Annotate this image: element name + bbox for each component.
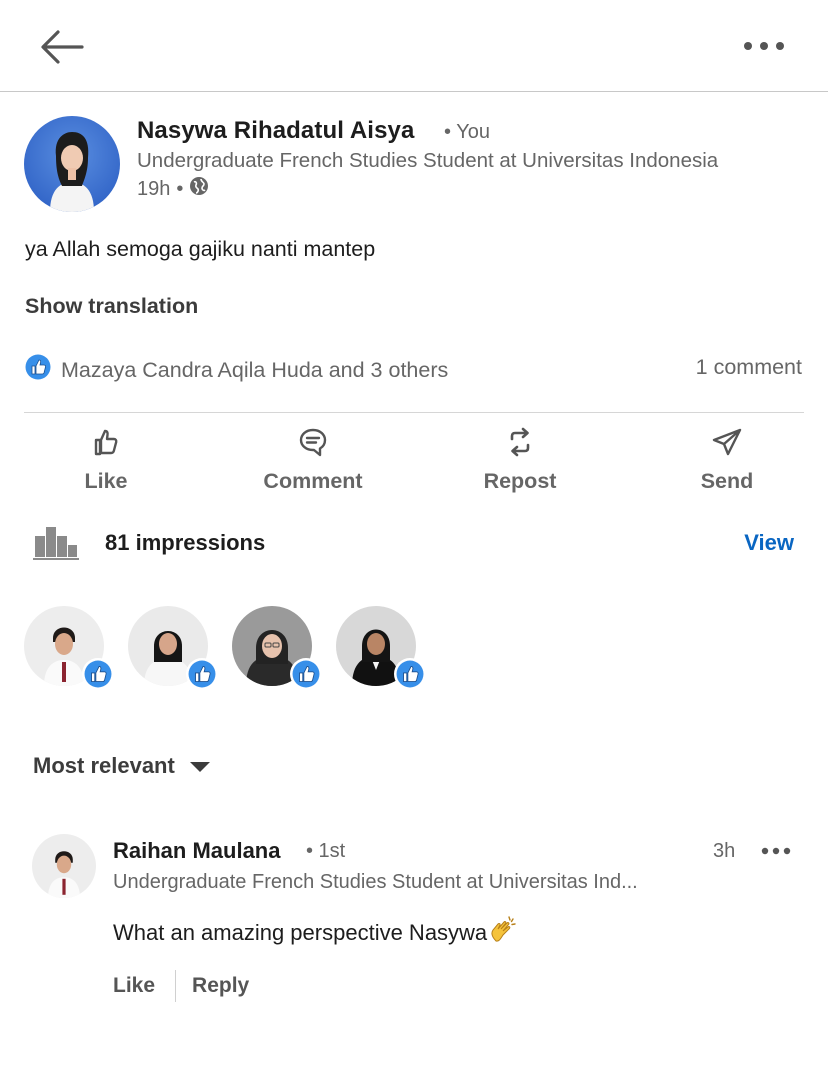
comment-label: Comment — [263, 469, 363, 493]
send-button[interactable]: Send — [647, 426, 807, 494]
like-badge-icon — [82, 658, 114, 690]
repost-label: Repost — [483, 469, 557, 493]
like-badge-icon — [290, 658, 322, 690]
commenter-name[interactable]: Raihan Maulana — [113, 838, 280, 864]
comment-button[interactable]: Comment — [233, 426, 393, 494]
author-relation: • You — [444, 121, 490, 143]
like-reaction-icon — [25, 354, 51, 386]
like-badge-icon — [394, 658, 426, 690]
comment-actions: Like Reply — [113, 970, 249, 1002]
sort-label: Most relevant — [33, 753, 175, 778]
send-icon — [711, 426, 743, 463]
reactor-avatar[interactable] — [24, 606, 114, 690]
clapping-hands-emoji — [487, 914, 519, 952]
post-time: 19h — [137, 177, 171, 200]
comment-time: 3h — [713, 840, 736, 862]
comment-reply-button[interactable]: Reply — [192, 974, 249, 998]
reactor-avatar[interactable] — [128, 606, 218, 690]
author-avatar[interactable] — [24, 116, 120, 212]
author-name[interactable]: Nasywa Rihadatul Aisya — [137, 117, 414, 145]
like-badge-icon — [186, 658, 218, 690]
comment-body: What an amazing perspective Nasywa — [113, 920, 488, 945]
show-translation-button[interactable]: Show translation — [25, 294, 198, 319]
bar-chart-icon — [33, 521, 79, 561]
top-bar — [0, 0, 828, 92]
action-separator — [175, 970, 177, 1002]
comment-icon — [297, 426, 329, 463]
author-headline: Undergraduate French Studies Student at … — [137, 149, 719, 172]
commenter-avatar[interactable] — [32, 834, 96, 898]
more-options-icon[interactable] — [740, 34, 788, 58]
sort-comments-dropdown[interactable]: Most relevant — [33, 753, 211, 779]
reactor-avatar[interactable] — [336, 606, 426, 690]
like-label: Like — [84, 469, 128, 493]
connection-degree: • 1st — [306, 840, 346, 862]
like-button[interactable]: Like — [26, 426, 186, 494]
comment-like-button[interactable]: Like — [113, 974, 155, 998]
reactions-summary[interactable]: Mazaya Candra Aqila Huda and 3 others — [25, 354, 448, 386]
repost-icon — [504, 426, 536, 463]
comment-count[interactable]: 1 comment — [696, 355, 802, 380]
meta-separator: • — [176, 177, 184, 200]
back-arrow-icon[interactable] — [38, 26, 88, 68]
comment-text: What an amazing perspective Nasywa — [113, 914, 519, 952]
impressions-count: 81 impressions — [105, 530, 266, 555]
thumbs-up-icon — [90, 426, 122, 463]
reactions-text: Mazaya Candra Aqila Huda and 3 others — [61, 357, 449, 382]
caret-down-icon — [189, 753, 211, 779]
send-label: Send — [700, 469, 754, 493]
view-analytics-link[interactable]: View — [744, 530, 794, 556]
divider — [24, 412, 804, 413]
globe-icon — [189, 176, 209, 202]
commenter-headline: Undergraduate French Studies Student at … — [113, 871, 638, 893]
post-body: ya Allah semoga gajiku nanti mantep — [25, 237, 376, 261]
repost-button[interactable]: Repost — [440, 426, 600, 494]
post-meta: 19h • — [137, 176, 209, 202]
reactor-avatar[interactable] — [232, 606, 322, 690]
comment-more-options-icon[interactable] — [760, 844, 792, 858]
